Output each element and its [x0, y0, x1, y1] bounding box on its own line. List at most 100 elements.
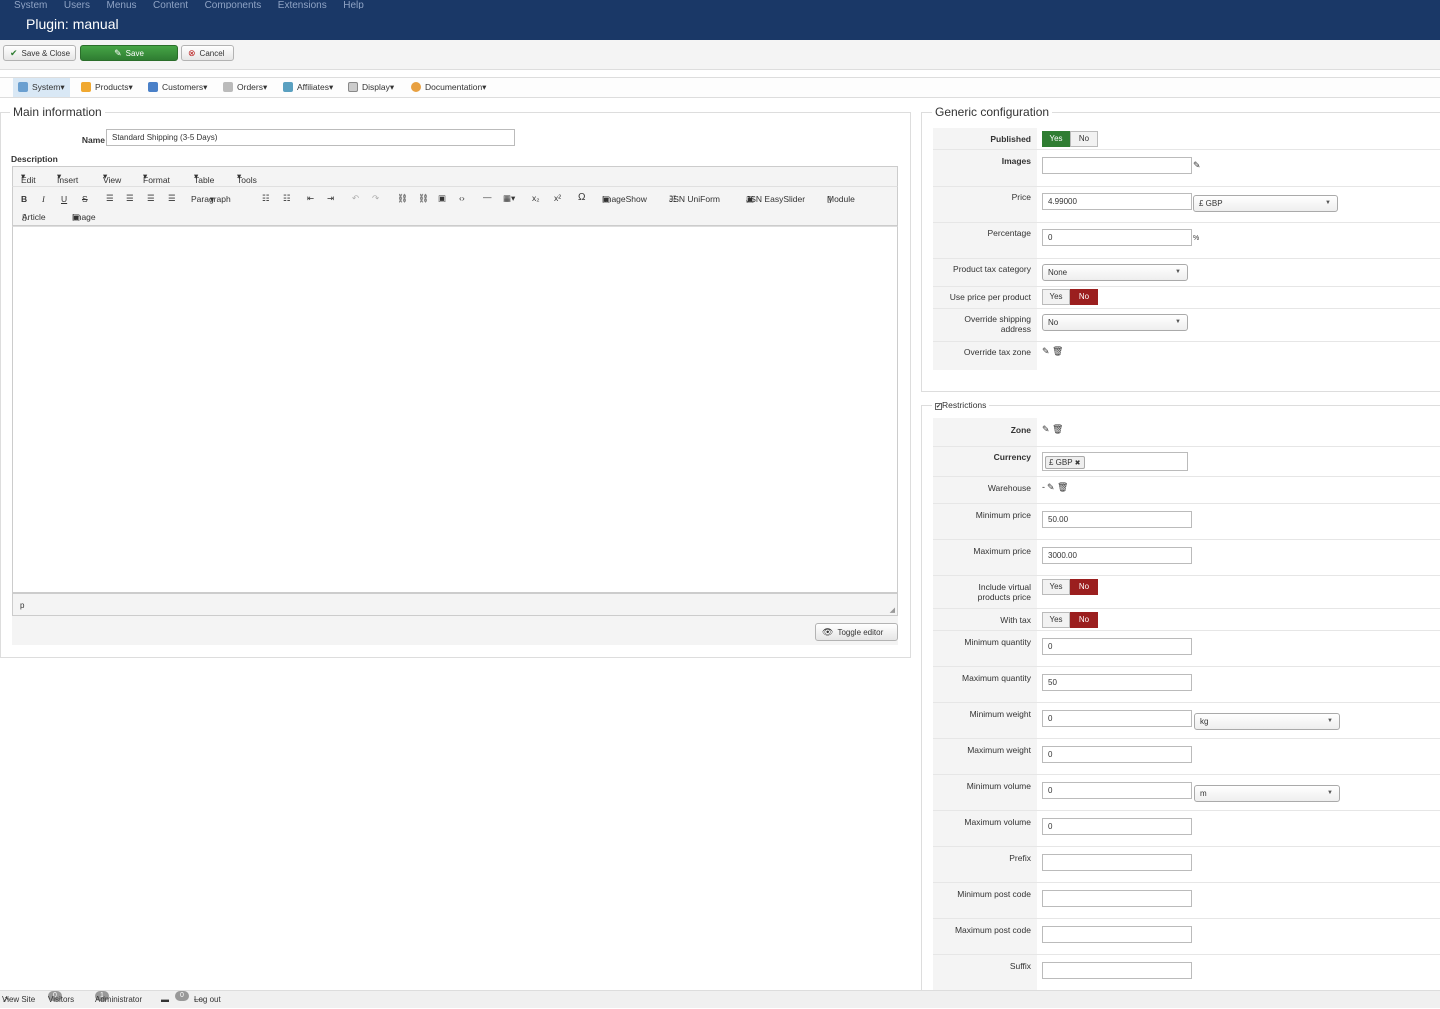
editor-menu-insert[interactable]: Insert ▾: [57, 171, 78, 185]
min-weight-input[interactable]: 0: [1042, 710, 1192, 727]
override-shipping-select[interactable]: No ▼: [1042, 314, 1188, 331]
pencil-icon[interactable]: ✎: [1193, 160, 1201, 171]
price-input[interactable]: 4.99000: [1042, 193, 1192, 210]
save-close-button[interactable]: ✔ Save & Close: [3, 45, 76, 61]
bullet-list-icon[interactable]: ☷: [262, 193, 270, 204]
editor-menu-edit[interactable]: Edit ▾: [21, 171, 36, 185]
pencil-icon[interactable]: ✎: [1042, 424, 1050, 435]
submenu-products[interactable]: Products▾: [76, 78, 138, 97]
menu-users[interactable]: Users: [64, 1, 90, 10]
suffix-input[interactable]: [1042, 962, 1192, 979]
italic-icon[interactable]: I: [42, 194, 45, 204]
images-input[interactable]: [1042, 157, 1192, 174]
superscript-icon[interactable]: x²: [554, 193, 561, 203]
image-label: Image: [72, 212, 96, 222]
with-tax-no[interactable]: No: [1070, 612, 1098, 628]
submenu-label: Affiliates: [297, 82, 329, 92]
horizontal-rule-icon[interactable]: —: [483, 192, 492, 202]
strikethrough-icon[interactable]: S: [82, 194, 88, 204]
published-no[interactable]: No: [1070, 131, 1098, 147]
weight-unit-select[interactable]: kg ▼: [1194, 713, 1340, 730]
restrictions-checkbox[interactable]: ✔: [935, 403, 942, 410]
submenu-orders[interactable]: Orders▾: [218, 78, 272, 97]
submenu-documentation[interactable]: Documentation▾: [406, 78, 491, 97]
editor-menu-view[interactable]: View ▾: [103, 171, 121, 185]
administrator-label: Administrator: [95, 995, 143, 1004]
weight-unit-value: kg: [1200, 717, 1209, 726]
min-volume-input[interactable]: 0: [1042, 782, 1192, 799]
outdent-icon[interactable]: ⇤: [307, 193, 314, 204]
volume-unit-select[interactable]: m ▼: [1194, 785, 1340, 802]
submenu-system[interactable]: System▾: [13, 78, 70, 97]
menu-content[interactable]: Content: [153, 1, 188, 10]
unlink-icon[interactable]: ⛓: [418, 193, 429, 204]
include-virtual-toggle[interactable]: Yes No: [1042, 579, 1098, 595]
max-qty-input[interactable]: 50: [1042, 674, 1192, 691]
editor-menu-table[interactable]: Table ▾: [194, 171, 214, 185]
align-justify-icon[interactable]: ☰: [168, 193, 176, 204]
resize-handle-icon[interactable]: ◢: [890, 606, 895, 614]
numbered-list-icon[interactable]: ☷: [283, 193, 291, 204]
editor-menu-format[interactable]: Format ▾: [143, 171, 170, 185]
pencil-icon[interactable]: ✎: [1042, 346, 1050, 357]
submenu-customers[interactable]: Customers▾: [143, 78, 212, 97]
submenu-display[interactable]: Display▾: [343, 78, 399, 97]
trash-icon[interactable]: 🗑: [1052, 424, 1063, 435]
max-price-input[interactable]: 3000.00: [1042, 547, 1192, 564]
remove-tag-icon[interactable]: ✖: [1075, 460, 1081, 467]
subscript-icon[interactable]: x₂: [532, 193, 540, 203]
currency-multiselect[interactable]: £ GBP ✖: [1042, 452, 1188, 471]
image-icon[interactable]: ▣: [438, 193, 446, 204]
with-tax-toggle[interactable]: Yes No: [1042, 612, 1098, 628]
price-currency-select[interactable]: £ GBP ▼: [1193, 195, 1338, 212]
min-qty-input[interactable]: 0: [1042, 638, 1192, 655]
published-yes[interactable]: Yes: [1042, 131, 1070, 147]
align-center-icon[interactable]: ☰: [126, 193, 134, 204]
save-button[interactable]: ✎ Save: [80, 45, 178, 61]
special-char-icon[interactable]: Ω: [578, 192, 585, 203]
indent-icon[interactable]: ⇥: [327, 193, 334, 204]
main-information-legend: Main information: [10, 105, 105, 119]
include-virtual-yes[interactable]: Yes: [1042, 579, 1070, 595]
undo-icon[interactable]: ↶: [352, 193, 359, 204]
submenu-affiliates[interactable]: Affiliates▾: [278, 78, 338, 97]
menu-components[interactable]: Components: [205, 1, 262, 10]
menu-extensions[interactable]: Extensions: [278, 1, 327, 10]
align-left-icon[interactable]: ☰: [106, 193, 114, 204]
cancel-button[interactable]: ⊗ Cancel: [181, 45, 234, 61]
link-icon[interactable]: ⛓: [397, 193, 408, 204]
max-volume-input[interactable]: 0: [1042, 818, 1192, 835]
block-format-select[interactable]: Paragraph ▾: [191, 194, 231, 205]
toggle-editor-button[interactable]: 👁 Toggle editor: [815, 623, 898, 641]
editor-menu-tools[interactable]: Tools ▾: [237, 171, 257, 185]
published-toggle[interactable]: Yes No: [1042, 131, 1098, 147]
percentage-input[interactable]: 0: [1042, 229, 1192, 246]
trash-icon[interactable]: 🗑: [1052, 346, 1063, 357]
menu-menus[interactable]: Menus: [107, 1, 137, 10]
name-input[interactable]: Standard Shipping (3-5 Days): [106, 129, 515, 146]
underline-icon[interactable]: U: [61, 194, 67, 204]
max-weight-input[interactable]: 0: [1042, 746, 1192, 763]
min-price-input[interactable]: 50.00: [1042, 511, 1192, 528]
min-volume-label: Minimum volume: [966, 781, 1031, 791]
with-tax-yes[interactable]: Yes: [1042, 612, 1070, 628]
code-icon[interactable]: ‹›: [459, 193, 465, 203]
prefix-input[interactable]: [1042, 854, 1192, 871]
menu-system[interactable]: System: [14, 1, 47, 10]
bold-icon[interactable]: B: [21, 194, 27, 204]
use-price-yes[interactable]: Yes: [1042, 289, 1070, 305]
pencil-icon[interactable]: ✎: [1047, 482, 1055, 493]
min-postcode-input[interactable]: [1042, 890, 1192, 907]
table-icon[interactable]: ▦▾: [503, 193, 515, 204]
editor-content-area[interactable]: [12, 226, 898, 593]
menu-help[interactable]: Help: [343, 1, 364, 10]
redo-icon[interactable]: ↷: [372, 193, 379, 204]
max-postcode-input[interactable]: [1042, 926, 1192, 943]
tax-category-select[interactable]: None ▼: [1042, 264, 1188, 281]
align-right-icon[interactable]: ☰: [147, 193, 155, 204]
use-price-per-product-toggle[interactable]: Yes No: [1042, 289, 1098, 305]
messages-icon[interactable]: ▬: [161, 991, 169, 1009]
include-virtual-no[interactable]: No: [1070, 579, 1098, 595]
use-price-no[interactable]: No: [1070, 289, 1098, 305]
trash-icon[interactable]: 🗑: [1057, 482, 1068, 493]
